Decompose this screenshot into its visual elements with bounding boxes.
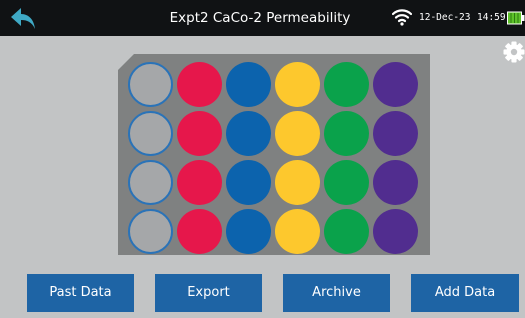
well[interactable] (128, 209, 173, 254)
well[interactable] (128, 111, 173, 156)
well-grid (128, 62, 420, 254)
well[interactable] (177, 111, 222, 156)
well[interactable] (226, 111, 271, 156)
well[interactable] (275, 111, 320, 156)
page-title: Expt2 CaCo-2 Permeability (169, 10, 351, 26)
battery-icon (507, 11, 525, 25)
well[interactable] (373, 62, 418, 107)
well[interactable] (177, 62, 222, 107)
archive-button[interactable]: Archive (283, 274, 390, 312)
well[interactable] (128, 62, 173, 107)
export-button[interactable]: Export (155, 274, 262, 312)
well[interactable] (373, 160, 418, 205)
status-date: 12-Dec-23 (419, 12, 471, 23)
well[interactable] (177, 160, 222, 205)
well[interactable] (128, 160, 173, 205)
well[interactable] (324, 160, 369, 205)
well[interactable] (275, 160, 320, 205)
well[interactable] (324, 62, 369, 107)
well[interactable] (324, 209, 369, 254)
status-bar: Expt2 CaCo-2 Permeability 12-Dec-23 14:5… (0, 0, 525, 36)
well[interactable] (226, 160, 271, 205)
wifi-icon (392, 9, 412, 26)
well[interactable] (373, 209, 418, 254)
well[interactable] (275, 209, 320, 254)
status-time: 14:59 (477, 12, 506, 23)
well[interactable] (226, 209, 271, 254)
add-data-button[interactable]: Add Data (411, 274, 519, 312)
well[interactable] (324, 111, 369, 156)
gear-icon[interactable] (503, 40, 525, 64)
back-arrow-icon[interactable] (8, 4, 38, 32)
well[interactable] (177, 209, 222, 254)
past-data-button[interactable]: Past Data (27, 274, 134, 312)
well[interactable] (226, 62, 271, 107)
well[interactable] (275, 62, 320, 107)
well[interactable] (373, 111, 418, 156)
